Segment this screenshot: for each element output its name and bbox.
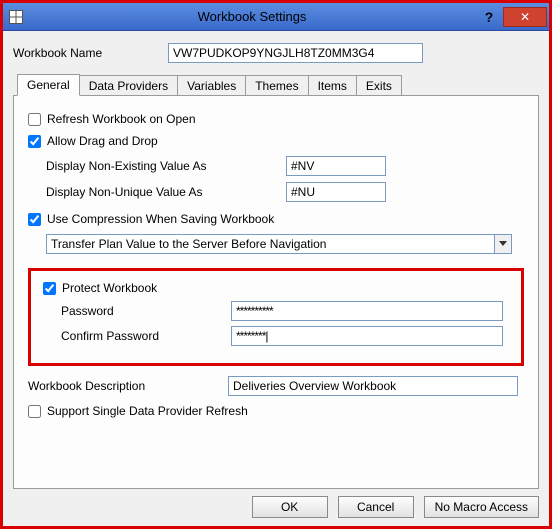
use-compression-label: Use Compression When Saving Workbook [47, 212, 274, 226]
plan-transfer-value[interactable] [46, 234, 494, 254]
password-label: Password [61, 304, 231, 318]
protect-workbook-label: Protect Workbook [62, 281, 157, 295]
confirm-password-input[interactable] [231, 326, 503, 346]
dialog-button-bar: OK Cancel No Macro Access [252, 496, 539, 518]
ok-button[interactable]: OK [252, 496, 328, 518]
close-button[interactable]: ✕ [503, 7, 547, 27]
tab-items[interactable]: Items [308, 75, 357, 96]
allow-drag-drop-label: Allow Drag and Drop [47, 134, 158, 148]
refresh-on-open-label: Refresh Workbook on Open [47, 112, 196, 126]
protect-workbook-group: Protect Workbook Password Confirm Passwo… [28, 268, 524, 366]
tab-general[interactable]: General [17, 74, 80, 96]
nonexisting-value-input[interactable] [286, 156, 386, 176]
chevron-down-icon[interactable] [494, 234, 512, 254]
no-macro-access-button[interactable]: No Macro Access [424, 496, 539, 518]
title-bar: Workbook Settings ? ✕ [3, 3, 549, 31]
tab-variables[interactable]: Variables [177, 75, 246, 96]
close-icon: ✕ [520, 10, 530, 24]
workbook-name-label: Workbook Name [13, 46, 168, 60]
allow-drag-drop-checkbox[interactable] [28, 135, 41, 148]
app-icon [3, 10, 29, 24]
confirm-password-label: Confirm Password [61, 329, 231, 343]
workbook-name-input[interactable] [168, 43, 423, 63]
use-compression-checkbox[interactable] [28, 213, 41, 226]
refresh-on-open-checkbox[interactable] [28, 113, 41, 126]
support-single-dp-checkbox[interactable] [28, 405, 41, 418]
tab-exits[interactable]: Exits [356, 75, 402, 96]
password-input[interactable] [231, 301, 503, 321]
nonexisting-value-label: Display Non-Existing Value As [46, 159, 286, 173]
tab-panel-general: Refresh Workbook on Open Allow Drag and … [13, 95, 539, 489]
help-button[interactable]: ? [475, 7, 503, 27]
tab-strip: General Data Providers Variables Themes … [17, 73, 539, 95]
workbook-description-input[interactable] [228, 376, 518, 396]
protect-workbook-checkbox[interactable] [43, 282, 56, 295]
nonunique-value-input[interactable] [286, 182, 386, 202]
tab-data-providers[interactable]: Data Providers [79, 75, 178, 96]
workbook-description-label: Workbook Description [28, 379, 228, 393]
support-single-dp-label: Support Single Data Provider Refresh [47, 404, 248, 418]
dialog-client: Workbook Name General Data Providers Var… [3, 31, 549, 526]
plan-transfer-combo[interactable] [46, 234, 512, 254]
nonunique-value-label: Display Non-Unique Value As [46, 185, 286, 199]
cancel-button[interactable]: Cancel [338, 496, 414, 518]
window-title: Workbook Settings [29, 9, 475, 24]
tab-themes[interactable]: Themes [245, 75, 308, 96]
